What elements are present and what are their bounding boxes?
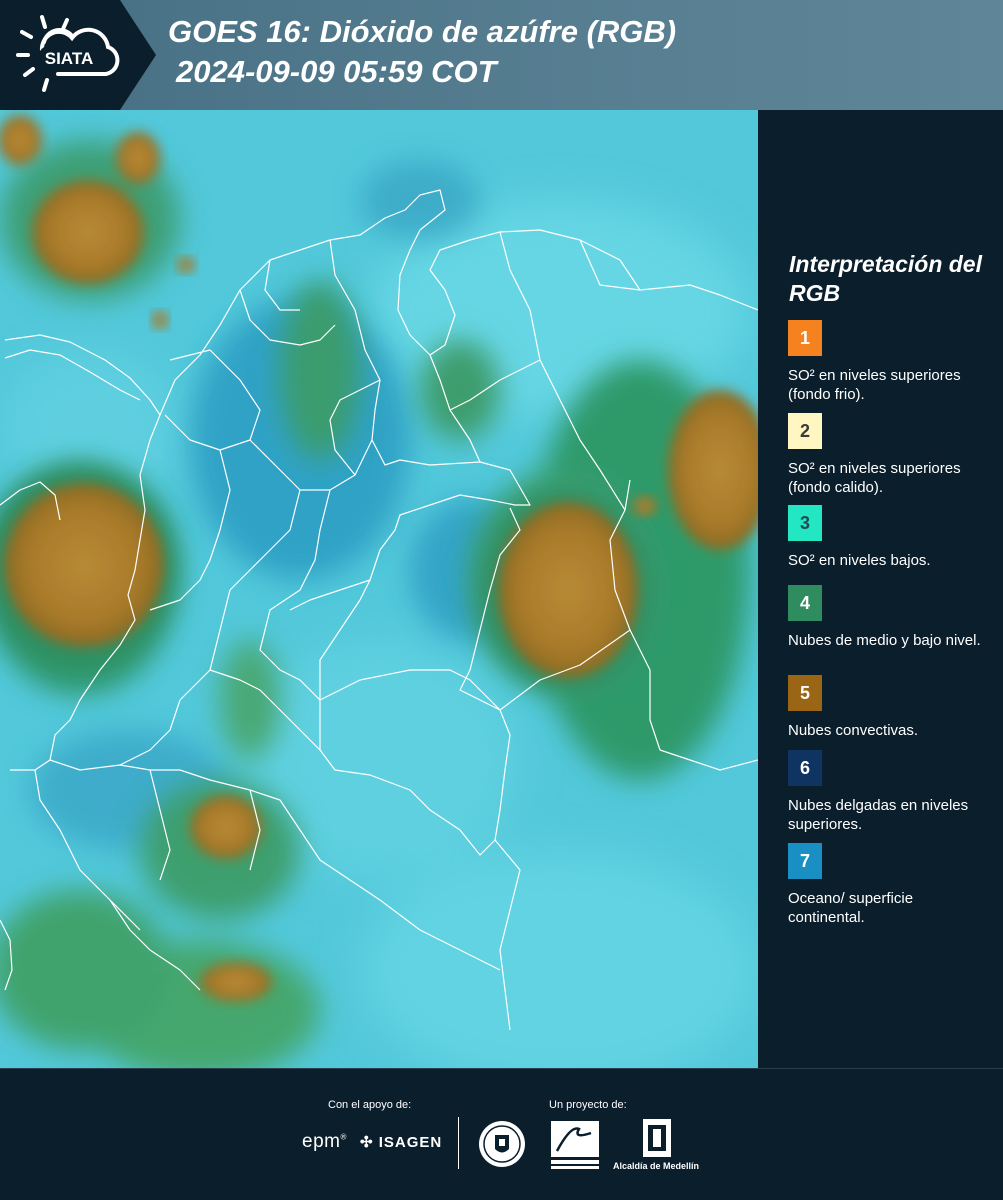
legend-panel: Interpretación del RGB 1 SO² en niveles s… [758,110,1003,1068]
legend-item-2: 2 SO² en niveles superiores (fondo calido… [788,413,993,497]
legend-swatch: 5 [788,675,822,711]
legend-item-6: 6 Nubes delgadas en niveles superiores. [788,750,993,834]
header: SIATA GOES 16: Dióxido de azúfre (RGB) 2… [0,0,1003,110]
legend-swatch: 4 [788,585,822,621]
legend-item-3: 3 SO² en niveles bajos. [788,505,993,570]
legend-swatch: 6 [788,750,822,786]
legend-title: Interpretación del RGB [789,251,982,306]
legend-item-7: 7 Oceano/ superficie continental. [788,843,993,927]
support-caption: Con el apoyo de: [328,1099,412,1111]
medellin-seal-icon [479,1121,525,1167]
isagen-mark-icon: ✣ [360,1134,374,1151]
legend-label: Nubes convectivas. [788,722,919,739]
legend-label: Nubes de medio y bajo nivel. [788,632,981,649]
logo-text: SIATA [45,49,93,68]
project-caption: Un proyecto de: [549,1099,627,1111]
siata-goes-product: SIATA GOES 16: Dióxido de azúfre (RGB) 2… [0,0,1003,1200]
legend-item-1: 1 SO² en niveles superiores (fondo frio). [788,320,993,404]
siata-logo-icon: SIATA [16,15,120,92]
legend-swatch: 2 [788,413,822,449]
legend-swatch: 3 [788,505,822,541]
alcaldia-text: Alcaldía de Medellín [613,1161,700,1171]
product-title: GOES 16: Dióxido de azúfre (RGB) [168,14,677,49]
footer-divider [458,1117,459,1169]
legend-label: SO² en niveles superiores (fondo frio). [788,367,961,403]
legend-label: Oceano/ superficie continental. [788,890,914,926]
legend-label: SO² en niveles bajos. [788,552,931,569]
legend-label: Nubes delgadas en niveles superiores. [788,797,969,833]
legend-label: SO² en niveles superiores (fondo calido)… [788,460,961,496]
legend-swatch: 7 [788,843,822,879]
footer: Con el apoyo de: Un proyecto de: epm® ✣ … [0,1068,1003,1200]
isagen-text: ISAGEN [378,1134,443,1151]
legend-item-4: 4 Nubes de medio y bajo nivel. [788,585,993,650]
isagen-logo: ✣ ISAGEN [360,1133,442,1151]
legend-swatch: 1 [788,320,822,356]
product-timestamp: 2024-09-09 05:59 COT [176,54,497,89]
area-metropolitana-logo-icon [551,1121,599,1169]
legend-item-5: 5 Nubes convectivas. [788,675,993,740]
satellite-map[interactable] [0,110,758,1068]
epm-text: epm [302,1131,341,1152]
epm-logo: epm® [302,1131,347,1152]
